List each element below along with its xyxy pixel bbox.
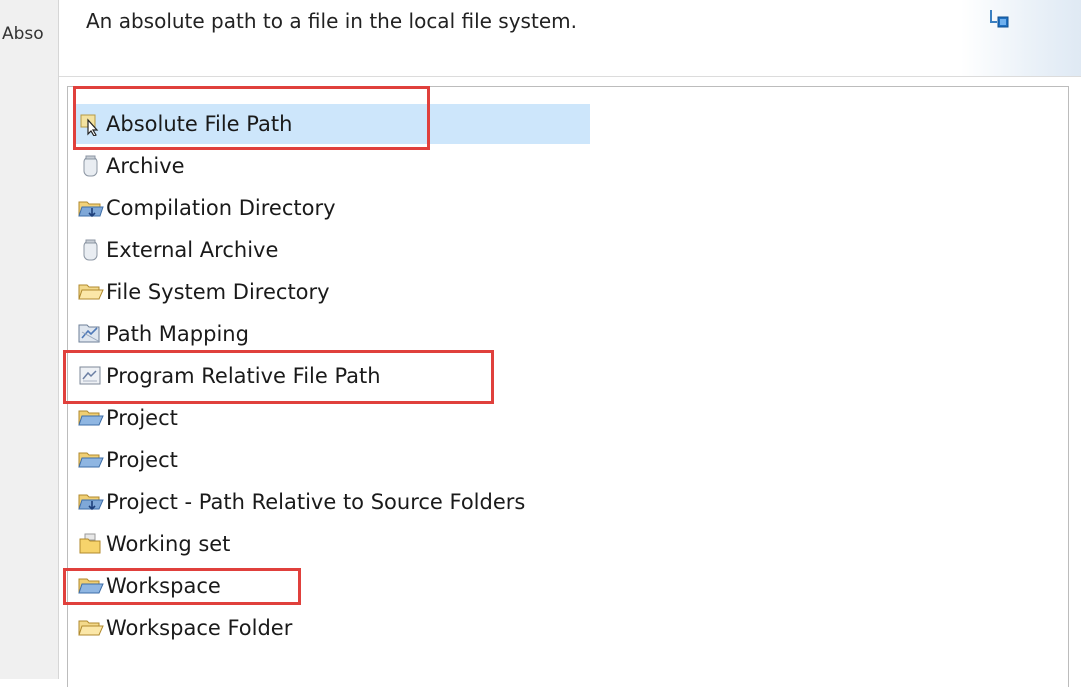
folder-source-icon xyxy=(78,494,104,511)
folder-compile-icon xyxy=(78,201,104,218)
list-item-compilation-directory[interactable]: Compilation Directory xyxy=(78,188,336,228)
list-item-external-archive[interactable]: External Archive xyxy=(78,230,278,270)
list-item-label: Archive xyxy=(106,154,185,178)
list-item-project[interactable]: Project xyxy=(78,440,178,480)
list-item-label: Path Mapping xyxy=(106,322,249,346)
list-item-file-system-directory[interactable]: File System Directory xyxy=(78,272,330,312)
list-item-label: Workspace Folder xyxy=(106,616,293,640)
parent-window-strip: Abso xyxy=(0,0,59,679)
list-item-label: Project xyxy=(106,406,178,430)
working-set-icon xyxy=(79,533,101,554)
jar-icon xyxy=(83,239,98,261)
list-item-project[interactable]: Project xyxy=(78,398,178,438)
dialog-header: An absolute path to a file in the local … xyxy=(59,0,1081,77)
list-item-project-relative-source[interactable]: Project - Path Relative to Source Folder… xyxy=(78,482,525,522)
list-item-label: Compilation Directory xyxy=(106,196,336,220)
header-banner xyxy=(961,0,1081,76)
list-item-archive[interactable]: Archive xyxy=(78,146,185,186)
folder-project-icon xyxy=(78,410,104,426)
mapping-icon xyxy=(78,324,101,343)
folder-open-icon xyxy=(78,620,104,636)
jar-icon xyxy=(83,155,98,177)
header-description: An absolute path to a file in the local … xyxy=(86,9,577,33)
wizard-banner-icon xyxy=(990,10,1009,28)
list-item-label: Project - Path Relative to Source Folder… xyxy=(106,490,526,514)
list-item-working-set[interactable]: Working set xyxy=(78,524,230,564)
annotation-box-program-relative xyxy=(63,350,494,404)
annotation-box-absolute-file-path xyxy=(73,86,430,150)
list-item-label: Project xyxy=(106,448,178,472)
list-item-workspace-folder[interactable]: Workspace Folder xyxy=(78,608,292,648)
annotation-box-workspace xyxy=(63,568,301,605)
folder-project-icon xyxy=(78,452,104,468)
list-item-label: File System Directory xyxy=(106,280,330,304)
list-item-label: External Archive xyxy=(106,238,279,262)
folder-open-icon xyxy=(78,284,104,300)
parent-field-label: Abso xyxy=(2,24,44,44)
list-item-label: Working set xyxy=(106,532,231,556)
list-item-path-mapping[interactable]: Path Mapping xyxy=(78,314,249,354)
